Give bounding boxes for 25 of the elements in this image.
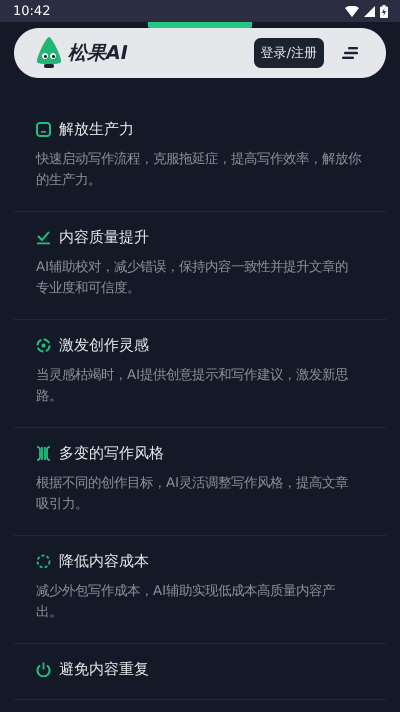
feature-title: 内容质量提升	[59, 228, 149, 247]
dashed-circle-icon	[36, 554, 51, 569]
menu-icon[interactable]	[342, 47, 358, 59]
logo-icon	[36, 36, 62, 70]
feature-title: 激发创作灵感	[59, 336, 149, 355]
feature-description: 减少外包写作成本，AI辅助实现低成本高质量内容产出。	[36, 582, 336, 622]
battery-icon	[380, 4, 388, 18]
wifi-icon	[345, 6, 359, 16]
check-icon	[36, 230, 51, 245]
power-icon	[36, 662, 51, 677]
feature-description: 根据不同的创作目标，AI灵活调整写作风格，提高文章吸引力。	[36, 474, 350, 514]
login-button[interactable]: 登录/注册	[254, 38, 324, 68]
feature-title: 多变的写作风格	[59, 444, 164, 463]
feature-title: 避免内容重复	[59, 660, 149, 679]
target-icon	[36, 338, 51, 353]
brand-name: 松果AI	[68, 41, 128, 66]
screen-icon	[36, 122, 51, 137]
feature-description: 当灵感枯竭时，AI提供创意提示和写作建议，激发新思路。	[36, 366, 350, 406]
feature-description: 快速启动写作流程，克服拖延症，提高写作效率，解放你的生产力。	[36, 150, 361, 190]
clock-time: 10:42	[13, 4, 52, 18]
feature-title: 降低内容成本	[59, 552, 149, 571]
split-icon	[36, 446, 51, 461]
feature-description: AI辅助校对，减少错误，保持内容一致性并提升文章的专业度和可信度。	[36, 258, 350, 298]
feature-title: 解放生产力	[59, 120, 134, 139]
signal-icon	[364, 6, 375, 16]
